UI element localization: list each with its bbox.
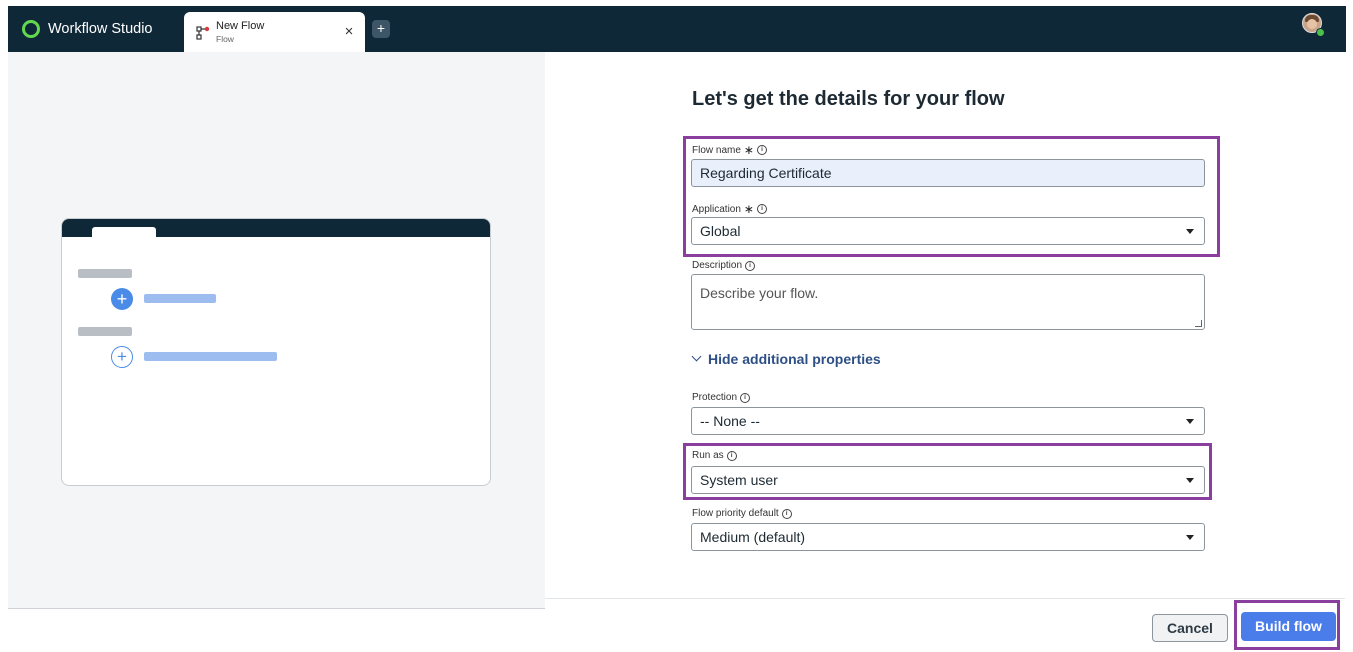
- illustration-trigger-placeholder: [144, 294, 216, 303]
- illustration-actions-bar: [78, 327, 132, 336]
- hide-additional-properties-toggle[interactable]: Hide additional properties: [691, 351, 881, 367]
- info-icon[interactable]: i: [740, 392, 751, 403]
- description-textarea[interactable]: Describe your flow.: [691, 274, 1205, 330]
- app-brand[interactable]: Workflow Studio: [22, 6, 153, 52]
- page-title: Let's get the details for your flow: [692, 88, 1005, 110]
- highlight-run-as: [683, 443, 1212, 500]
- description-placeholder: Describe your flow.: [700, 285, 819, 301]
- chevron-down-icon: [691, 351, 702, 362]
- priority-select[interactable]: Medium (default): [691, 523, 1205, 551]
- add-tab-button[interactable]: +: [372, 20, 390, 38]
- illustration-tab: [92, 227, 156, 239]
- app-title: Workflow Studio: [48, 21, 153, 37]
- priority-label: Flow priority default i: [692, 508, 792, 519]
- protection-label: Protection i: [692, 392, 751, 403]
- priority-label-text: Flow priority default: [692, 508, 779, 519]
- avatar-face: [1307, 19, 1317, 29]
- flow-illustration: + +: [61, 218, 491, 486]
- add-action-icon: +: [111, 346, 133, 368]
- illustration-action-placeholder: [144, 352, 277, 361]
- illustration-trigger-bar: [78, 269, 132, 278]
- resize-handle-icon[interactable]: [1195, 320, 1202, 327]
- tab-title: New Flow: [216, 20, 265, 32]
- protection-value: -- None --: [700, 413, 760, 429]
- tab-subtitle: Flow: [216, 34, 234, 44]
- protection-label-text: Protection: [692, 392, 738, 403]
- description-label: Description i: [692, 260, 756, 271]
- info-icon[interactable]: i: [745, 260, 756, 271]
- online-status-icon: [1316, 28, 1325, 37]
- footer-divider: [545, 598, 1345, 599]
- priority-value: Medium (default): [700, 529, 806, 545]
- highlight-name-application: [683, 136, 1220, 257]
- chevron-down-icon: [1186, 535, 1194, 540]
- flow-icon: [196, 26, 210, 40]
- close-tab-icon[interactable]: ×: [342, 23, 356, 41]
- illustration-panel: + +: [8, 52, 545, 608]
- highlight-build-flow: [1234, 600, 1340, 650]
- chevron-down-icon: [1186, 419, 1194, 424]
- cancel-button[interactable]: Cancel: [1152, 614, 1228, 642]
- top-navigation-bar: Workflow Studio New Flow Flow × +: [8, 6, 1346, 52]
- workflow-studio-logo-icon: [22, 20, 40, 38]
- info-icon[interactable]: i: [781, 508, 792, 519]
- footer-divider: [8, 608, 545, 609]
- protection-select[interactable]: -- None --: [691, 407, 1205, 435]
- tab-new-flow[interactable]: New Flow Flow ×: [184, 12, 365, 52]
- add-trigger-icon: +: [111, 288, 133, 310]
- toggle-label: Hide additional properties: [708, 351, 881, 367]
- description-label-text: Description: [692, 260, 743, 271]
